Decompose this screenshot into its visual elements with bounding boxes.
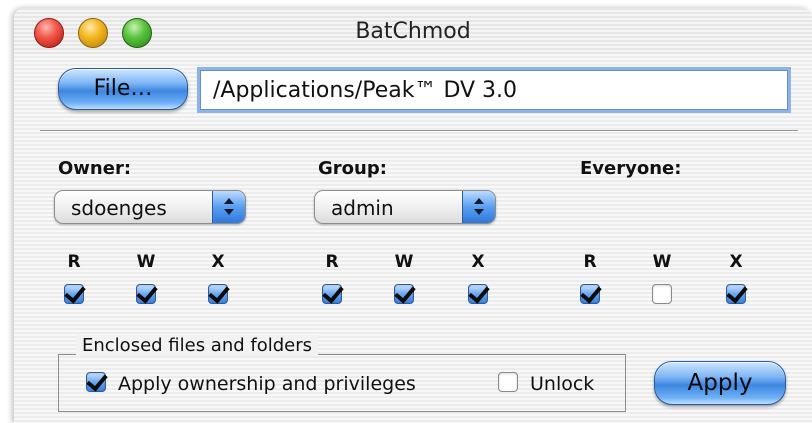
owner-popup[interactable]: sdoenges: [54, 190, 246, 224]
apply-ownership-label[interactable]: Apply ownership and privileges: [118, 373, 416, 395]
enclosed-files-legend: Enclosed files and folders: [76, 335, 319, 356]
owner-w-label: W: [136, 252, 156, 272]
popup-arrows-icon: [462, 191, 495, 223]
apply-button[interactable]: Apply: [654, 361, 786, 405]
owner-write-checkbox[interactable]: [136, 284, 156, 304]
unlock-checkbox[interactable]: [498, 372, 518, 392]
popup-arrows-icon: [212, 191, 245, 223]
group-read-checkbox[interactable]: [322, 284, 342, 304]
everyone-read-checkbox[interactable]: [580, 284, 600, 304]
group-execute-checkbox[interactable]: [468, 284, 488, 304]
everyone-w-label: W: [652, 252, 672, 272]
window-title: BatChmod: [355, 19, 471, 44]
separator: [40, 130, 798, 132]
title-bar[interactable]: BatChmod: [14, 8, 812, 54]
owner-popup-value: sdoenges: [71, 196, 167, 220]
group-write-checkbox[interactable]: [394, 284, 414, 304]
owner-execute-checkbox[interactable]: [208, 284, 228, 304]
owner-label: Owner:: [58, 158, 132, 179]
everyone-write-checkbox[interactable]: [652, 284, 672, 304]
everyone-label: Everyone:: [580, 158, 682, 179]
owner-r-label: R: [67, 252, 81, 272]
group-w-label: W: [394, 252, 414, 272]
unlock-label[interactable]: Unlock: [530, 373, 594, 395]
group-popup-value: admin: [331, 196, 394, 220]
everyone-execute-checkbox[interactable]: [726, 284, 746, 304]
owner-x-label: X: [211, 252, 225, 272]
batchmod-window: BatChmod File… /Applications/Peak™ DV 3.…: [14, 8, 812, 423]
everyone-x-label: X: [729, 252, 743, 272]
group-r-label: R: [325, 252, 339, 272]
file-button[interactable]: File…: [58, 68, 188, 110]
path-field[interactable]: /Applications/Peak™ DV 3.0: [200, 70, 788, 110]
everyone-r-label: R: [583, 252, 597, 272]
group-label: Group:: [318, 158, 387, 179]
group-popup[interactable]: admin: [314, 190, 496, 224]
apply-ownership-checkbox[interactable]: [86, 372, 106, 392]
group-x-label: X: [471, 252, 485, 272]
owner-read-checkbox[interactable]: [64, 284, 84, 304]
